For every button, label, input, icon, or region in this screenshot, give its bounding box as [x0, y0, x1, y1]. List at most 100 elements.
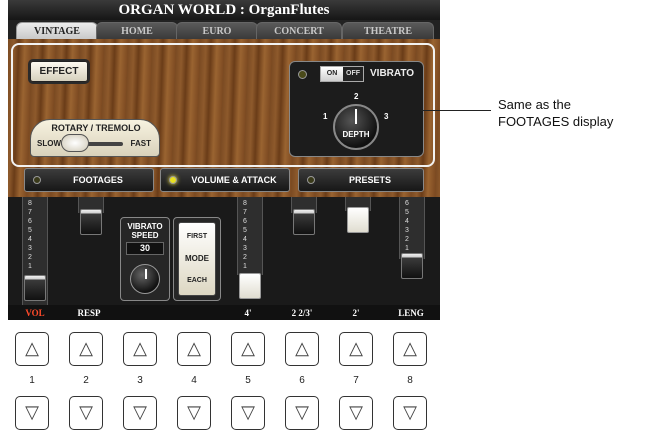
depth-pointer-icon	[355, 109, 357, 124]
mode-control: FIRST MODE EACH	[173, 217, 221, 301]
up-button-4[interactable]: △	[177, 332, 211, 366]
two-foot-drawbar[interactable]	[345, 197, 371, 237]
vibrato-label: VIBRATO	[370, 68, 415, 79]
down-button-6[interactable]: ▽	[285, 396, 319, 430]
button-column-1: △ 1 ▽	[15, 332, 49, 432]
vibrato-off-label: OFF	[343, 67, 363, 81]
organ-world-screen: ORGAN WORLD : OrganFlutes VINTAGE HOME E…	[8, 0, 440, 320]
four-foot-drawbar[interactable]: 87654321	[237, 197, 263, 305]
panel-button-row: △ 1 ▽ △ 2 ▽ △ 3 ▽ △ 4 ▽ △ 5 ▽ △ 6 ▽ △ 7 …	[8, 332, 440, 432]
button-column-7: △ 7 ▽	[339, 332, 373, 432]
two-two-thirds-drawbar-handle[interactable]	[293, 209, 315, 235]
rotary-tremolo-label: ROTARY / TREMOLO	[51, 123, 141, 133]
up-button-6[interactable]: △	[285, 332, 319, 366]
resp-drawbar[interactable]	[78, 197, 104, 237]
mode-first-label: FIRST	[186, 233, 208, 240]
callout-line-1: Same as the	[498, 97, 571, 112]
rotary-tremolo-switch[interactable]: ROTARY / TREMOLO SLOW FAST	[30, 119, 160, 157]
callout-line-2: FOOTAGES display	[498, 114, 614, 129]
vibrato-speed-title: VIBRATO SPEED	[127, 222, 163, 240]
callout-note: Same as the FOOTAGES display	[498, 96, 666, 130]
tab-vintage[interactable]: VINTAGE	[16, 22, 98, 39]
two-two-thirds-label: 2 2/3'	[291, 308, 313, 318]
footages-led-icon	[33, 176, 41, 184]
mode-switch[interactable]: FIRST MODE EACH	[178, 222, 216, 296]
two-foot-drawbar-handle[interactable]	[347, 207, 369, 233]
tab-euro[interactable]: EURO	[176, 22, 258, 39]
four-foot-label: 4'	[244, 308, 252, 318]
tab-theatre[interactable]: THEATRE	[342, 22, 434, 39]
down-button-1[interactable]: ▽	[15, 396, 49, 430]
up-button-8[interactable]: △	[393, 332, 427, 366]
vibrato-panel: ON OFF VIBRATO 1 2 3 DEPTH	[289, 61, 424, 157]
vibrato-speed-value: 30	[126, 242, 164, 255]
button-number-8: 8	[407, 375, 413, 386]
window-title: ORGAN WORLD : OrganFlutes	[8, 0, 440, 20]
depth-tick-1: 1	[323, 112, 328, 121]
drawbar-area: 87654321 VIBRATO SPEED 30 FIRST MODE EAC…	[8, 197, 440, 305]
presets-led-icon	[307, 176, 315, 184]
footages-button[interactable]: FOOTAGES	[24, 168, 154, 192]
button-column-2: △ 2 ▽	[69, 332, 103, 432]
depth-tick-3: 3	[384, 112, 389, 121]
resp-drawbar-handle[interactable]	[80, 209, 102, 235]
leng-scale: 654321	[405, 200, 409, 252]
down-button-5[interactable]: ▽	[231, 396, 265, 430]
rotary-fast-label: FAST	[130, 139, 151, 148]
up-button-2[interactable]: △	[69, 332, 103, 366]
button-column-3: △ 3 ▽	[123, 332, 157, 432]
two-two-thirds-drawbar[interactable]	[291, 197, 317, 237]
vol-label: VOL	[25, 308, 45, 318]
resp-label: RESP	[77, 308, 101, 318]
vibrato-on-label: ON	[321, 67, 343, 81]
wood-panel: EFFECT ROTARY / TREMOLO SLOW FAST ON OFF…	[8, 39, 440, 197]
leng-drawbar-handle[interactable]	[401, 253, 423, 279]
volume-attack-button[interactable]: VOLUME & ATTACK	[160, 168, 290, 192]
tab-concert[interactable]: CONCERT	[256, 22, 342, 39]
button-number-2: 2	[83, 375, 89, 386]
presets-button[interactable]: PRESETS	[298, 168, 424, 192]
depth-label: DEPTH	[342, 130, 370, 139]
vol-drawbar[interactable]: 87654321	[22, 197, 48, 305]
two-foot-label: 2'	[352, 308, 360, 318]
up-button-7[interactable]: △	[339, 332, 373, 366]
up-button-3[interactable]: △	[123, 332, 157, 366]
mode-each-label: EACH	[187, 277, 207, 284]
depth-tick-2: 2	[354, 92, 359, 101]
vibrato-led-icon	[298, 70, 307, 79]
vol-scale: 87654321	[28, 200, 32, 270]
effect-button[interactable]: EFFECT	[30, 61, 88, 82]
callout-leader-line	[421, 110, 491, 111]
leng-label: LENG	[398, 308, 424, 318]
drawbar-label-row: VOL RESP 4' 2 2/3' 2' LENG	[8, 307, 440, 320]
button-column-6: △ 6 ▽	[285, 332, 319, 432]
mode-label: MODE	[185, 254, 209, 263]
button-number-3: 3	[137, 375, 143, 386]
button-column-8: △ 8 ▽	[393, 332, 427, 432]
tab-home[interactable]: HOME	[96, 22, 178, 39]
up-button-1[interactable]: △	[15, 332, 49, 366]
four-foot-drawbar-handle[interactable]	[239, 273, 261, 299]
button-column-5: △ 5 ▽	[231, 332, 265, 432]
vibrato-on-off-switch[interactable]: ON OFF	[320, 66, 364, 82]
button-number-1: 1	[29, 375, 35, 386]
button-number-6: 6	[299, 375, 305, 386]
presets-label: PRESETS	[348, 175, 391, 185]
button-column-4: △ 4 ▽	[177, 332, 211, 432]
up-button-5[interactable]: △	[231, 332, 265, 366]
footages-label: FOOTAGES	[73, 175, 123, 185]
vol-drawbar-handle[interactable]	[24, 275, 46, 301]
down-button-2[interactable]: ▽	[69, 396, 103, 430]
vibrato-depth-knob[interactable]: DEPTH	[333, 104, 379, 150]
down-button-8[interactable]: ▽	[393, 396, 427, 430]
four-foot-scale: 87654321	[243, 200, 247, 270]
down-button-3[interactable]: ▽	[123, 396, 157, 430]
leng-drawbar[interactable]: 654321	[399, 197, 425, 305]
button-number-7: 7	[353, 375, 359, 386]
down-button-4[interactable]: ▽	[177, 396, 211, 430]
down-button-7[interactable]: ▽	[339, 396, 373, 430]
rotary-speed-handle[interactable]	[61, 134, 89, 152]
vibrato-speed-knob[interactable]	[130, 264, 160, 294]
volume-attack-label: VOLUME & ATTACK	[191, 175, 277, 185]
speed-pointer-icon	[145, 269, 147, 279]
